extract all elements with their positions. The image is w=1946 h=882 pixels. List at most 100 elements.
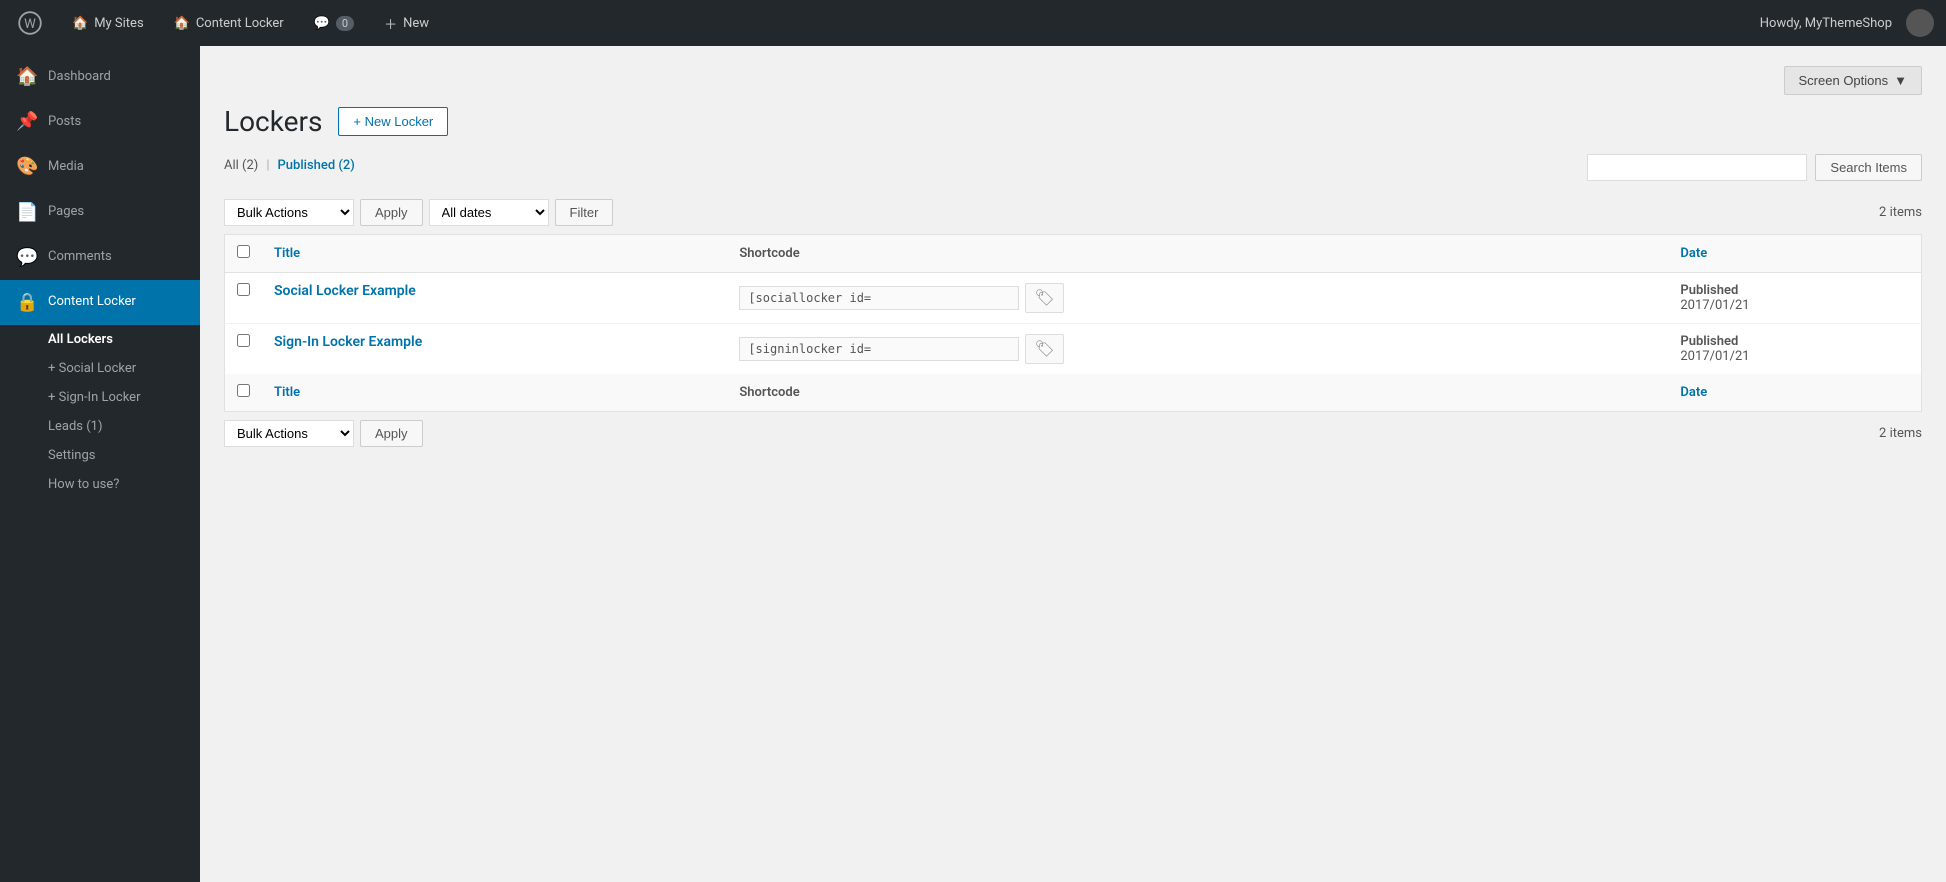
page-title: Lockers — [224, 105, 322, 138]
submenu-settings[interactable]: Settings — [0, 441, 200, 470]
row-checkbox-cell — [225, 324, 263, 375]
tfoot-title[interactable]: Title — [262, 374, 727, 412]
submenu-label-sign-in-locker: + Sign-In Locker — [48, 390, 140, 405]
th-shortcode: Shortcode — [727, 235, 1668, 273]
search-row: Search Items — [1587, 154, 1922, 181]
submenu-how-to-use[interactable]: How to use? — [0, 470, 200, 499]
row-checkbox-1[interactable] — [237, 334, 250, 347]
filter-links: All (2) | Published (2) — [224, 158, 355, 173]
screen-options-arrow: ▼ — [1894, 73, 1907, 88]
items-count-bottom: 2 items — [1879, 426, 1922, 441]
dates-select[interactable]: All dates — [429, 199, 549, 226]
tfoot-date-link[interactable]: Date — [1680, 385, 1707, 400]
sidebar-item-label-dashboard: Dashboard — [48, 68, 111, 86]
new-label: New — [403, 16, 429, 31]
submenu-social-locker[interactable]: + Social Locker — [0, 354, 200, 383]
sidebar-item-comments[interactable]: 💬 Comments — [0, 235, 200, 280]
admin-bar: W 🏠 My Sites 🏠 Content Locker 💬 0 ＋ New … — [0, 0, 1946, 46]
filter-published[interactable]: Published (2) — [278, 158, 355, 173]
table-body: Social Locker Example 🏷 Published 2017/0… — [225, 273, 1922, 375]
svg-text:W: W — [24, 17, 36, 32]
filter-button[interactable]: Filter — [555, 199, 614, 226]
date-value-1: 2017/01/21 — [1680, 349, 1749, 364]
th-checkbox — [225, 235, 263, 273]
apply-label-top: Apply — [375, 205, 408, 220]
filter-all-link[interactable]: All (2) — [224, 158, 258, 173]
table-row: Social Locker Example 🏷 Published 2017/0… — [225, 273, 1922, 324]
sidebar-item-dashboard[interactable]: 🏠 Dashboard — [0, 54, 200, 99]
main-content: Screen Options ▼ Lockers + New Locker Al… — [200, 46, 1946, 882]
my-sites-icon: 🏠 — [72, 16, 88, 31]
posts-icon: 📌 — [16, 109, 38, 134]
new-item[interactable]: ＋ New — [378, 10, 435, 37]
screen-options-bar: Screen Options ▼ — [224, 66, 1922, 95]
shortcode-input-1[interactable] — [739, 337, 1019, 361]
submenu-label-leads: Leads (1) — [48, 419, 103, 434]
row-title-cell: Sign-In Locker Example — [262, 324, 727, 375]
comments-item[interactable]: 💬 0 — [308, 12, 360, 35]
apply-button-top[interactable]: Apply — [360, 199, 423, 226]
th-date[interactable]: Date — [1668, 235, 1921, 273]
filter-separator: | — [266, 158, 269, 173]
select-all-checkbox[interactable] — [237, 245, 250, 258]
sidebar-item-content-locker[interactable]: 🔒 Content Locker — [0, 280, 200, 325]
content-locker-submenu: All Lockers + Social Locker + Sign-In Lo… — [0, 325, 200, 499]
date-value-0: 2017/01/21 — [1680, 298, 1749, 313]
date-status-1: Published — [1680, 334, 1738, 349]
lockers-table: Title Shortcode Date Social Locker Examp… — [224, 234, 1922, 412]
bulk-actions-select-top[interactable]: Bulk Actions Delete — [224, 199, 354, 226]
howdy-label: Howdy, MyThemeShop — [1760, 16, 1892, 31]
content-locker-admin-label: Content Locker — [196, 16, 284, 31]
copy-shortcode-button-0[interactable]: 🏷 — [1025, 283, 1063, 313]
th-title-link[interactable]: Title — [274, 246, 300, 261]
new-locker-button[interactable]: + New Locker — [338, 107, 448, 136]
row-date-cell: Published 2017/01/21 — [1668, 324, 1921, 375]
dashboard-icon: 🏠 — [16, 64, 38, 89]
submenu-label-how-to-use: How to use? — [48, 477, 119, 492]
sidebar-item-label-posts: Posts — [48, 113, 81, 131]
th-date-link[interactable]: Date — [1680, 246, 1707, 261]
pages-icon: 📄 — [16, 200, 38, 225]
screen-options-button[interactable]: Screen Options ▼ — [1784, 66, 1922, 95]
sidebar: 🏠 Dashboard 📌 Posts 🎨 Media 📄 Pages 💬 Co… — [0, 46, 200, 882]
row-title-link-1[interactable]: Sign-In Locker Example — [274, 334, 422, 350]
select-all-checkbox-bottom[interactable] — [237, 384, 250, 397]
th-shortcode-label: Shortcode — [739, 246, 799, 261]
row-checkbox-0[interactable] — [237, 283, 250, 296]
apply-button-bottom[interactable]: Apply — [360, 420, 423, 447]
row-title-link-0[interactable]: Social Locker Example — [274, 283, 416, 299]
search-button-label: Search Items — [1830, 160, 1907, 175]
submenu-label-all-lockers: All Lockers — [48, 332, 113, 347]
th-title[interactable]: Title — [262, 235, 727, 273]
sidebar-item-label-pages: Pages — [48, 203, 84, 221]
sidebar-item-label-comments: Comments — [48, 248, 112, 266]
my-sites-item[interactable]: 🏠 My Sites — [66, 12, 150, 35]
tfoot-date[interactable]: Date — [1668, 374, 1921, 412]
shortcode-input-0[interactable] — [739, 286, 1019, 310]
new-locker-label: + New Locker — [353, 114, 433, 129]
copy-shortcode-button-1[interactable]: 🏷 — [1025, 334, 1063, 364]
filter-all[interactable]: All (2) — [224, 158, 258, 173]
content-locker-admin-icon: 🏠 — [174, 16, 190, 31]
content-locker-item[interactable]: 🏠 Content Locker — [168, 12, 290, 35]
sidebar-item-posts[interactable]: 📌 Posts — [0, 99, 200, 144]
table-row: Sign-In Locker Example 🏷 Published 2017/… — [225, 324, 1922, 375]
bulk-actions-select-bottom[interactable]: Bulk Actions Delete — [224, 420, 354, 447]
submenu-leads[interactable]: Leads (1) — [0, 412, 200, 441]
bulk-actions-bottom: Bulk Actions Delete Apply 2 items — [224, 420, 1922, 447]
table-footer-row: Title Shortcode Date — [225, 374, 1922, 412]
submenu-sign-in-locker[interactable]: + Sign-In Locker — [0, 383, 200, 412]
row-title-cell: Social Locker Example — [262, 273, 727, 324]
submenu-label-settings: Settings — [48, 448, 95, 463]
search-input[interactable] — [1587, 154, 1807, 181]
row-date-cell: Published 2017/01/21 — [1668, 273, 1921, 324]
search-button[interactable]: Search Items — [1815, 154, 1922, 181]
sidebar-item-media[interactable]: 🎨 Media — [0, 144, 200, 189]
filter-published-link[interactable]: Published (2) — [278, 158, 355, 173]
wp-logo-item[interactable]: W — [12, 7, 48, 39]
row-checkbox-cell — [225, 273, 263, 324]
row-shortcode-cell: 🏷 — [727, 324, 1668, 375]
sidebar-item-pages[interactable]: 📄 Pages — [0, 190, 200, 235]
tfoot-title-link[interactable]: Title — [274, 385, 300, 400]
submenu-all-lockers[interactable]: All Lockers — [0, 325, 200, 354]
